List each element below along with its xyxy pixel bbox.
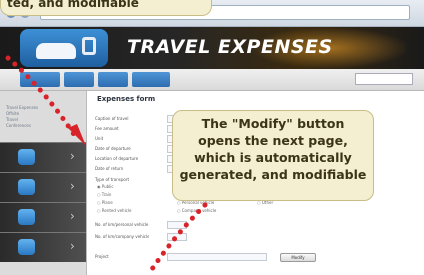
arrow-head-icon (68, 124, 86, 146)
dotted-arrow-line (147, 202, 208, 275)
annotation-arrows (5, 55, 208, 275)
dotted-arrow-line (5, 55, 78, 139)
